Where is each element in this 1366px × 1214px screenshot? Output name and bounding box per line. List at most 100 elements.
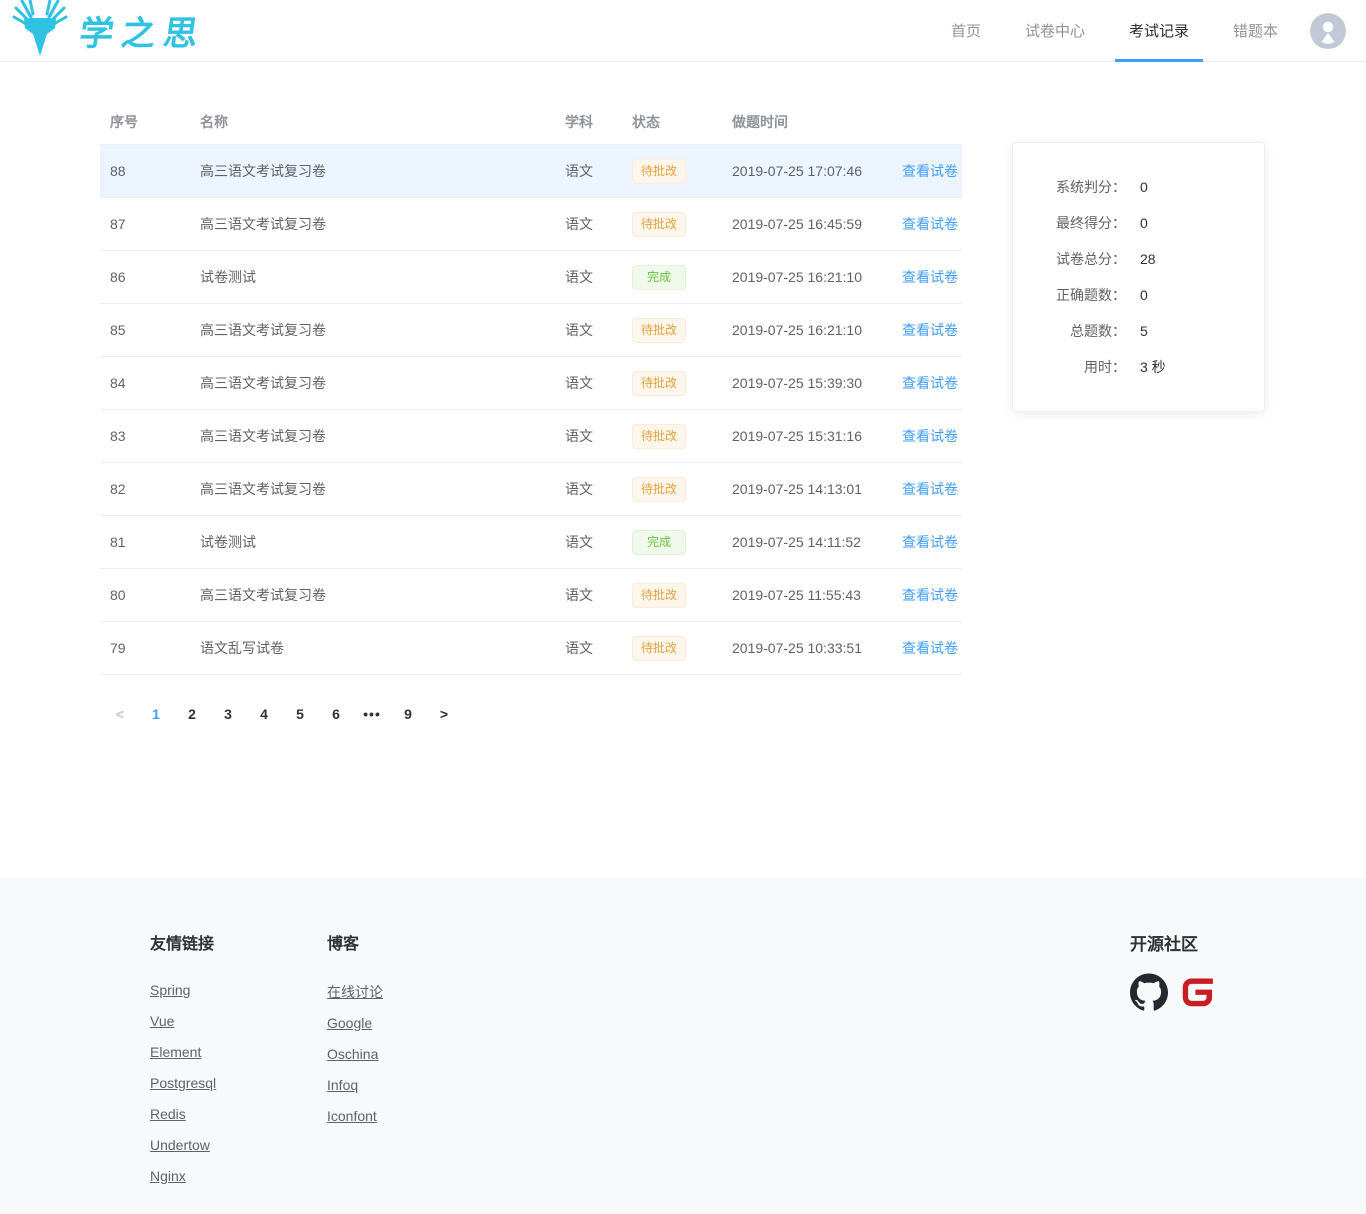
view-paper-link[interactable]: 查看试卷 <box>902 269 958 285</box>
cell-time: 2019-07-25 16:21:10 <box>722 269 892 285</box>
cell-action: 查看试卷 <box>892 373 962 393</box>
view-paper-link[interactable]: 查看试卷 <box>902 322 958 338</box>
table-row[interactable]: 88 高三语文考试复习卷 语文 待批改 2019-07-25 17:07:46 … <box>100 145 962 198</box>
stat-label: 用时： <box>1013 357 1126 377</box>
cell-id: 85 <box>100 322 190 338</box>
nav-item[interactable]: 考试记录 <box>1107 0 1211 62</box>
pagination-item[interactable]: ••• <box>358 700 386 728</box>
nav-item[interactable]: 试卷中心 <box>1003 0 1107 62</box>
cell-subject: 语文 <box>555 214 622 234</box>
table-row[interactable]: 86 试卷测试 语文 完成 2019-07-25 16:21:10 查看试卷 <box>100 251 962 304</box>
cell-status: 待批改 <box>622 477 722 502</box>
pagination-item[interactable]: 3 <box>214 700 242 728</box>
pagination-item[interactable]: > <box>430 700 458 728</box>
status-badge: 待批改 <box>632 318 686 343</box>
table-row[interactable]: 87 高三语文考试复习卷 语文 待批改 2019-07-25 16:45:59 … <box>100 198 962 251</box>
table-body: 88 高三语文考试复习卷 语文 待批改 2019-07-25 17:07:46 … <box>100 145 962 675</box>
cell-status: 待批改 <box>622 424 722 449</box>
brand-name: 学之思 <box>77 6 206 55</box>
table-row[interactable]: 84 高三语文考试复习卷 语文 待批改 2019-07-25 15:39:30 … <box>100 357 962 410</box>
footer-link[interactable]: Google <box>327 1015 372 1031</box>
footer-link[interactable]: Iconfont <box>327 1108 377 1124</box>
table-row[interactable]: 81 试卷测试 语文 完成 2019-07-25 14:11:52 查看试卷 <box>100 516 962 569</box>
footer-links-list: Spring Vue Element Postgresql Redis Unde… <box>150 982 327 1186</box>
cell-id: 79 <box>100 640 190 656</box>
stat-value: 3 秒 <box>1140 357 1166 377</box>
score-summary-card: 系统判分： 0 最终得分： 0 试卷总分： 28 正确题数： 0 总题数： 5 … <box>1012 142 1265 412</box>
cell-name: 高三语文考试复习卷 <box>190 320 555 340</box>
footer-link-item: Redis <box>150 1106 327 1124</box>
gitee-icon[interactable] <box>1178 973 1216 1016</box>
stat-label: 总题数： <box>1013 321 1126 341</box>
footer-link[interactable]: Postgresql <box>150 1075 216 1091</box>
footer-link[interactable]: 在线讨论 <box>327 984 383 1000</box>
table-row[interactable]: 80 高三语文考试复习卷 语文 待批改 2019-07-25 11:55:43 … <box>100 569 962 622</box>
view-paper-link[interactable]: 查看试卷 <box>902 375 958 391</box>
footer-link-item: Google <box>327 1015 504 1033</box>
pagination-item[interactable]: < <box>106 700 134 728</box>
status-badge: 待批改 <box>632 424 686 449</box>
cell-subject: 语文 <box>555 320 622 340</box>
cell-time: 2019-07-25 14:11:52 <box>722 534 892 550</box>
view-paper-link[interactable]: 查看试卷 <box>902 163 958 179</box>
nav-item[interactable]: 错题本 <box>1211 0 1300 62</box>
cell-time: 2019-07-25 15:31:16 <box>722 428 892 444</box>
footer-link[interactable]: Element <box>150 1044 201 1060</box>
cell-id: 80 <box>100 587 190 603</box>
view-paper-link[interactable]: 查看试卷 <box>902 587 958 603</box>
cell-time: 2019-07-25 16:21:10 <box>722 322 892 338</box>
stat-value: 28 <box>1140 251 1156 267</box>
cell-time: 2019-07-25 11:55:43 <box>722 587 892 603</box>
view-paper-link[interactable]: 查看试卷 <box>902 216 958 232</box>
footer-link[interactable]: Oschina <box>327 1046 378 1062</box>
cell-id: 83 <box>100 428 190 444</box>
cell-status: 完成 <box>622 530 722 555</box>
footer-links-column: 友情链接 Spring Vue Element Postgresql Redis… <box>150 930 327 1214</box>
cell-status: 待批改 <box>622 159 722 184</box>
stat-row: 试卷总分： 28 <box>1013 241 1264 277</box>
footer-link[interactable]: Infoq <box>327 1077 358 1093</box>
footer-community-title: 开源社区 <box>1130 930 1216 955</box>
cell-name: 语文乱写试卷 <box>190 638 555 658</box>
cell-time: 2019-07-25 16:45:59 <box>722 216 892 232</box>
cell-status: 待批改 <box>622 318 722 343</box>
footer-link[interactable]: Redis <box>150 1106 186 1122</box>
cell-id: 88 <box>100 163 190 179</box>
cell-subject: 语文 <box>555 161 622 181</box>
nav-item[interactable]: 首页 <box>929 0 1003 62</box>
footer-link[interactable]: Vue <box>150 1013 174 1029</box>
footer-blog-title: 博客 <box>327 930 504 954</box>
pagination-item[interactable]: 6 <box>322 700 350 728</box>
footer-link[interactable]: Nginx <box>150 1168 186 1184</box>
footer-link[interactable]: Undertow <box>150 1137 210 1153</box>
cell-action: 查看试卷 <box>892 267 962 287</box>
footer-link[interactable]: Spring <box>150 982 190 998</box>
stat-row: 用时： 3 秒 <box>1013 349 1264 385</box>
table-row[interactable]: 82 高三语文考试复习卷 语文 待批改 2019-07-25 14:13:01 … <box>100 463 962 516</box>
table-row[interactable]: 79 语文乱写试卷 语文 待批改 2019-07-25 10:33:51 查看试… <box>100 622 962 675</box>
view-paper-link[interactable]: 查看试卷 <box>902 640 958 656</box>
view-paper-link[interactable]: 查看试卷 <box>902 534 958 550</box>
pagination-item[interactable]: 2 <box>178 700 206 728</box>
cell-action: 查看试卷 <box>892 426 962 446</box>
cell-status: 待批改 <box>622 583 722 608</box>
footer-blog-list: 在线讨论 Google Oschina Infoq Iconfont <box>327 982 504 1126</box>
cell-name: 高三语文考试复习卷 <box>190 161 555 181</box>
status-badge: 待批改 <box>632 159 686 184</box>
cell-time: 2019-07-25 15:39:30 <box>722 375 892 391</box>
view-paper-link[interactable]: 查看试卷 <box>902 428 958 444</box>
github-icon[interactable] <box>1130 973 1168 1016</box>
user-avatar[interactable] <box>1310 13 1346 49</box>
cell-subject: 语文 <box>555 638 622 658</box>
pagination-item[interactable]: 9 <box>394 700 422 728</box>
footer-link-item: Iconfont <box>327 1108 504 1126</box>
pagination-item[interactable]: 1 <box>142 700 170 728</box>
pagination-item[interactable]: 5 <box>286 700 314 728</box>
brand-logo[interactable]: 学之思 <box>0 0 206 62</box>
status-badge: 待批改 <box>632 371 686 396</box>
view-paper-link[interactable]: 查看试卷 <box>902 481 958 497</box>
pagination-item[interactable]: 4 <box>250 700 278 728</box>
table-row[interactable]: 83 高三语文考试复习卷 语文 待批改 2019-07-25 15:31:16 … <box>100 410 962 463</box>
table-row[interactable]: 85 高三语文考试复习卷 语文 待批改 2019-07-25 16:21:10 … <box>100 304 962 357</box>
stat-label: 正确题数： <box>1013 285 1126 305</box>
